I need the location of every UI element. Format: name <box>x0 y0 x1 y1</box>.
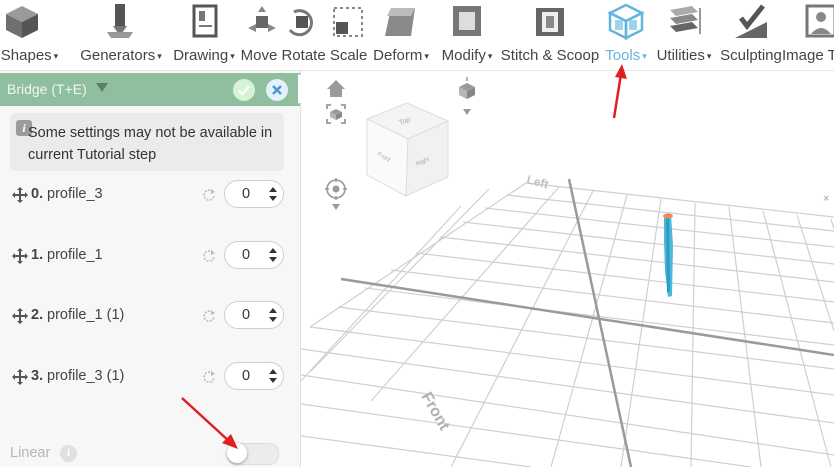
move-icon[interactable] <box>11 307 29 325</box>
profile-name: profile_1 <box>47 247 103 263</box>
stitch-scoop-icon <box>536 8 564 36</box>
bridge-object[interactable] <box>663 213 673 298</box>
panel-title: Bridge (T+E) <box>7 81 87 97</box>
sculpting-icon <box>735 4 767 38</box>
toolbar-3d-shapes[interactable]: D Shapes▾ <box>0 0 74 70</box>
toolbar-move-rotate-scale[interactable]: Move Rotate Scale <box>240 0 368 70</box>
close-icon <box>272 85 282 95</box>
spinner-icon[interactable] <box>269 307 277 323</box>
profile-index: 1. <box>31 247 44 263</box>
toolbar-label: Deform <box>373 47 423 64</box>
profile-name: profile_3 (1) <box>47 368 125 384</box>
profile-index: 3. <box>31 368 44 384</box>
reset-icon[interactable] <box>202 309 216 323</box>
reset-icon[interactable] <box>202 370 216 384</box>
profile-row: 0. profile_3 0 <box>0 180 300 210</box>
profile-offset-input[interactable]: 0 <box>224 301 284 329</box>
axis-label-front: Front <box>418 390 453 434</box>
toolbar-modify[interactable]: Modify ▾ <box>434 0 500 70</box>
toolbar-label: Generators <box>80 47 156 64</box>
generator-icon <box>107 4 133 38</box>
profile-name: profile_1 (1) <box>47 307 125 323</box>
scene-canvas[interactable]: Left Front + Top Front Right <box>301 71 834 467</box>
view-cube[interactable]: Top Front Right <box>365 102 450 197</box>
toolbar-tools[interactable]: Tools ▾ <box>600 0 652 70</box>
reset-icon[interactable] <box>202 249 216 263</box>
confirm-button[interactable] <box>233 79 255 101</box>
info-icon[interactable]: i <box>60 445 77 462</box>
toolbar-stitch-scoop[interactable]: Stitch & Scoop <box>500 0 600 70</box>
fit-view-icon[interactable] <box>326 104 346 124</box>
toolbar-label: Modify <box>441 47 486 64</box>
3d-viewport[interactable]: Left Front + Top Front Right <box>301 71 834 467</box>
toolbar-label: Sculpting <box>720 47 782 64</box>
toggle-knob[interactable] <box>227 443 247 463</box>
profile-row: 3. profile_3 (1) 0 <box>0 362 300 392</box>
toolbar-label: Image T <box>782 47 834 64</box>
info-text: Some settings may not be available in cu… <box>28 125 273 163</box>
toolbar-generators[interactable]: Generators ▾ <box>74 0 168 70</box>
profile-index: 0. <box>31 186 44 202</box>
caret-down-icon[interactable] <box>96 83 108 92</box>
tutorial-info-box: i Some settings may not be available in … <box>10 113 284 171</box>
modify-icon <box>453 6 481 36</box>
toolbar-label: Tools <box>605 47 641 64</box>
deform-icon <box>385 8 415 36</box>
ground-grid <box>301 182 834 467</box>
profile-row: 1. profile_1 0 <box>0 241 300 271</box>
profile-row: 2. profile_1 (1) 0 <box>0 301 300 331</box>
toolbar-sculpting[interactable]: Sculpting <box>716 0 786 70</box>
toolbar-label: Drawing <box>173 47 229 64</box>
main-toolbar: D Shapes▾ Generators▾ Drawing▾ Move Rota… <box>0 0 834 71</box>
orbit-icon[interactable] <box>325 178 347 210</box>
toolbar-label: D Shapes <box>0 47 52 64</box>
toolbar-deform[interactable]: Deform ▾ <box>368 0 434 70</box>
scene-light-icon[interactable] <box>459 77 475 115</box>
toolbar-image[interactable]: Image T <box>782 0 834 70</box>
toolbar-label: Stitch & Scoop <box>500 47 600 64</box>
toolbar-drawing[interactable]: Drawing ▾ <box>168 0 240 70</box>
move-icon[interactable] <box>11 186 29 204</box>
toolbar-utilities[interactable]: Utilities ▾ <box>652 0 716 70</box>
utilities-icon <box>670 6 701 34</box>
spinner-icon[interactable] <box>269 247 277 263</box>
linear-label: Linear <box>10 445 51 461</box>
home-icon[interactable] <box>327 80 345 97</box>
move-icon[interactable] <box>11 368 29 386</box>
axis-label-back: Left <box>525 172 550 191</box>
move-rotate-scale-icon <box>248 6 363 37</box>
axis-marker: + <box>819 191 833 206</box>
spinner-icon[interactable] <box>269 186 277 202</box>
tools-icon <box>607 3 645 40</box>
profile-name: profile_3 <box>47 186 103 202</box>
move-icon[interactable] <box>11 247 29 265</box>
panel-header: Bridge (T+E) <box>0 73 300 106</box>
profile-offset-input[interactable]: 0 <box>224 180 284 208</box>
profile-offset-input[interactable]: 0 <box>224 362 284 390</box>
cube-icon <box>6 6 38 38</box>
toolbar-label: Utilities <box>656 47 705 64</box>
reset-icon[interactable] <box>202 188 216 202</box>
image-icon <box>805 4 834 38</box>
spinner-icon[interactable] <box>269 368 277 384</box>
bridge-panel: Bridge (T+E) i Some settings may not be … <box>0 71 301 467</box>
linear-toggle[interactable] <box>227 443 279 465</box>
cancel-button[interactable] <box>266 79 288 101</box>
checkmark-icon <box>238 85 250 96</box>
profile-index: 2. <box>31 307 44 323</box>
drawing-icon <box>192 4 218 38</box>
profile-offset-input[interactable]: 0 <box>224 241 284 269</box>
toolbar-label: Move Rotate Scale <box>240 47 368 64</box>
